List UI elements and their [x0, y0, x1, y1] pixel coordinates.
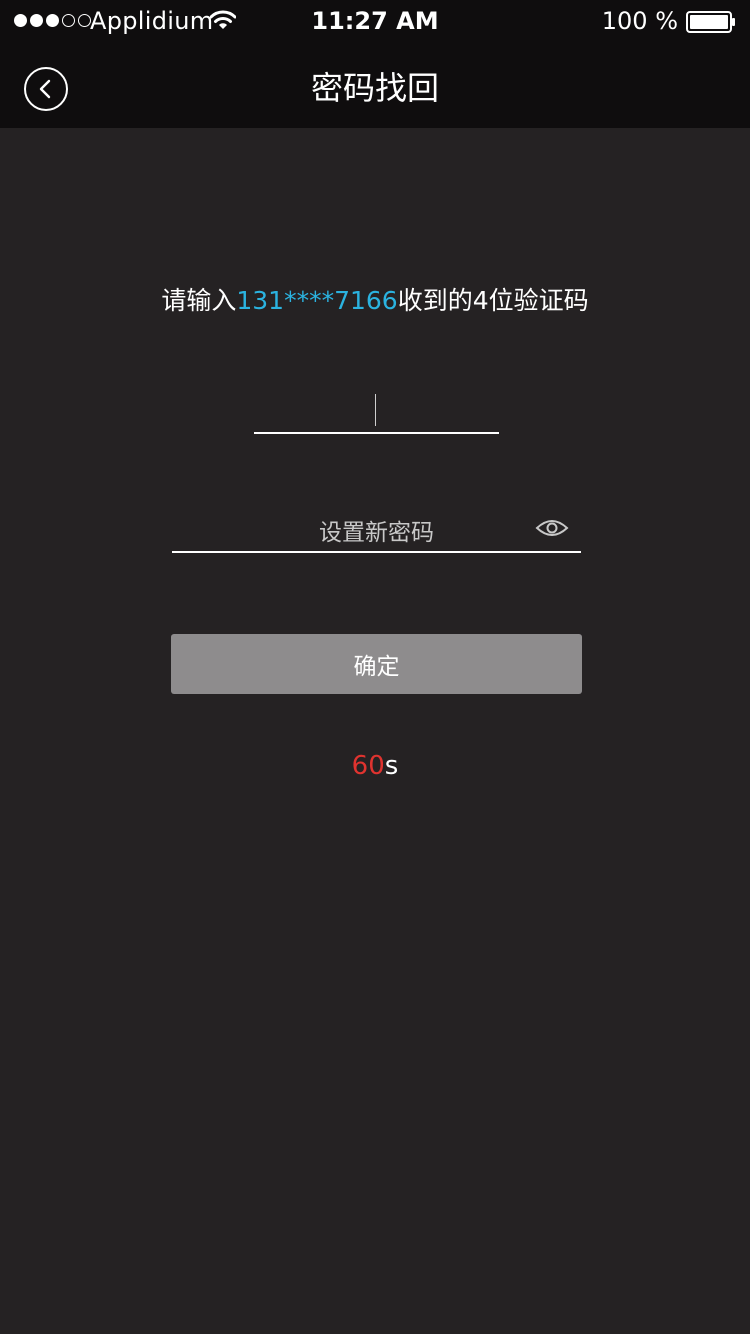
countdown-value: 60 — [351, 751, 385, 781]
status-bar: Applidium 11:27 AM 100 % — [0, 0, 750, 44]
confirm-button[interactable]: 确定 — [171, 634, 582, 694]
verification-code-input[interactable] — [254, 380, 499, 434]
eye-icon[interactable] — [535, 517, 569, 539]
password-recovery-screen: Applidium 11:27 AM 100 % 密码找回 请输入131****… — [0, 0, 750, 1334]
instruction-suffix: 收到的4位验证码 — [397, 286, 589, 315]
battery-percentage: 100 % — [601, 7, 678, 35]
new-password-placeholder: 设置新密码 — [319, 520, 434, 546]
page-title: 密码找回 — [310, 69, 439, 107]
battery-icon — [686, 11, 735, 33]
new-password-input[interactable]: 设置新密码 — [172, 503, 581, 553]
resend-countdown: 60s — [0, 748, 750, 784]
verification-instruction: 请输入131****7166收到的4位验证码 — [0, 283, 750, 319]
instruction-prefix: 请输入 — [161, 286, 237, 315]
masked-phone-number: 131****7166 — [236, 286, 398, 315]
countdown-unit: s — [384, 751, 399, 781]
text-cursor — [375, 394, 376, 426]
